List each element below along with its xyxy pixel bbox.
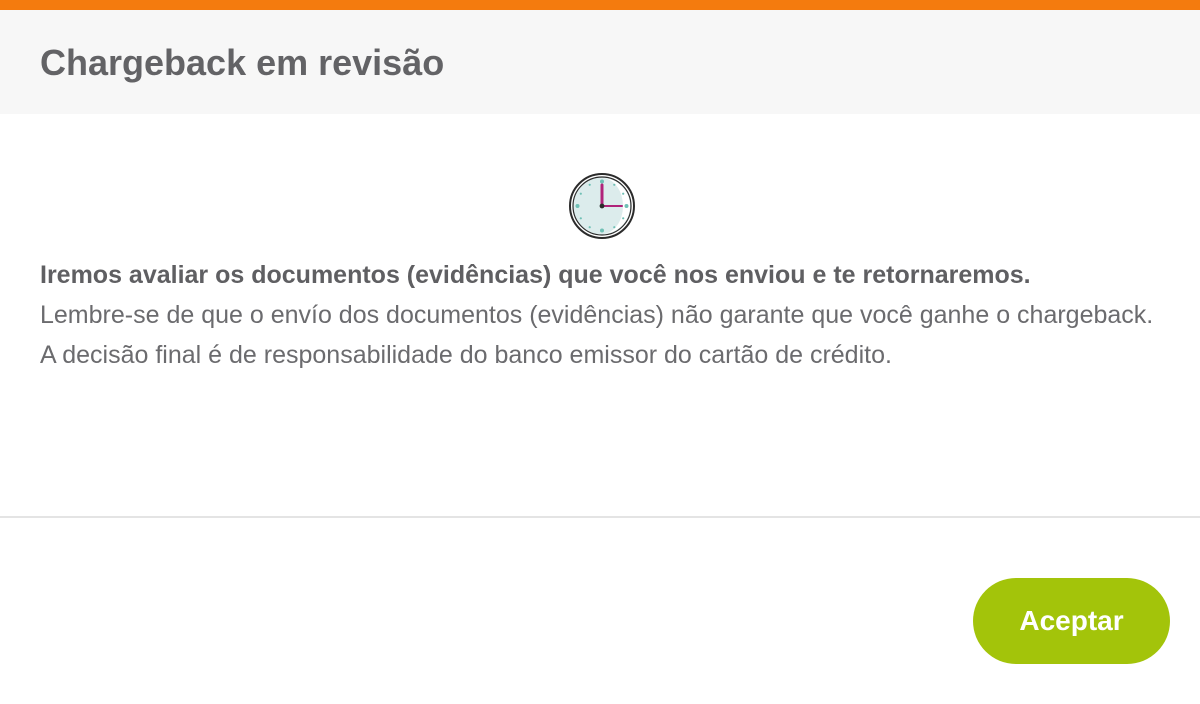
accept-button[interactable]: Aceptar bbox=[973, 578, 1170, 664]
chargeback-review-modal: Chargeback em revisão Iremos avaliar os … bbox=[0, 0, 1200, 704]
footer-divider bbox=[0, 516, 1200, 518]
modal-title: Chargeback em revisão bbox=[40, 42, 445, 83]
modal-header: Chargeback em revisão bbox=[0, 10, 1200, 114]
accent-bar bbox=[0, 0, 1200, 10]
message-bold-text: Iremos avaliar os documentos (evidências… bbox=[40, 261, 1031, 289]
clock-icon bbox=[569, 173, 635, 239]
message-detail-text: Lembre-se de que o envío dos documentos … bbox=[40, 301, 1154, 369]
modal-message: Iremos avaliar os documentos (evidências… bbox=[40, 255, 1170, 375]
